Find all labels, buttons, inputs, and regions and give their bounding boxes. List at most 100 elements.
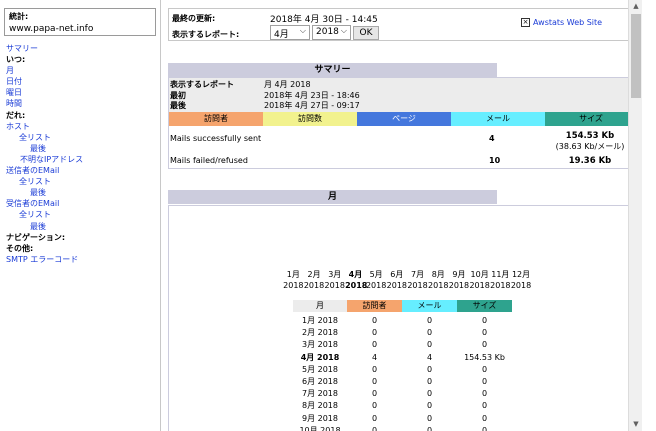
month-selector-year: 2018 — [448, 281, 470, 290]
sidebar-item[interactable]: サマリー — [6, 43, 83, 54]
monthly-title: 月 — [168, 190, 497, 204]
vertical-scrollbar[interactable]: ▲ ▼ — [628, 0, 642, 431]
month-selector-item[interactable]: 1月 2018 — [283, 269, 304, 291]
month-selector-item[interactable]: 7月 2018 — [407, 269, 428, 291]
month-select[interactable]: 4月 ⌵ — [270, 25, 310, 40]
col-size: サイズ — [545, 112, 637, 126]
monthly-cell-month: 5月 2018 — [302, 364, 338, 374]
month-selector-item[interactable]: 3月 2018 — [324, 269, 345, 291]
scroll-down-icon[interactable]: ▼ — [629, 418, 643, 431]
monthly-cell-visitors: 0 — [371, 425, 378, 431]
sidebar-item[interactable]: 受信者のEMail — [6, 198, 83, 209]
monthly-cell-visitors: 0 — [371, 328, 378, 338]
monthly-cell-size: 0 — [481, 328, 488, 338]
report-label: 表示するレポート: — [172, 30, 240, 39]
sidebar-item[interactable]: 全リスト — [6, 176, 83, 187]
month-selector-year: 2018 — [324, 281, 345, 290]
stats-site: www.papa-net.info — [9, 24, 94, 34]
monthly-cell-visitors: 0 — [371, 377, 378, 386]
monthly-cell-month: 4月 2018 — [300, 352, 340, 362]
stats-label: 統計: — [9, 12, 29, 21]
month-selector-year: 2018 — [303, 281, 325, 290]
month-selector-year: 2018 — [283, 281, 304, 290]
scroll-thumb[interactable] — [631, 14, 641, 98]
monthly-cell-size: 0 — [481, 377, 488, 386]
sidebar-item[interactable]: 不明なIPアドレス — [6, 154, 83, 165]
month-select-value: 4月 — [274, 30, 289, 40]
month-selector-item[interactable]: 9月 2018 — [449, 269, 470, 291]
month-selector-label: 1月 — [286, 270, 300, 279]
sidebar-menu: サマリー いつ: 月日付 曜日 時間 だれ: ホスト 全リスト 最後 不明なIPアドレス 送信者のE… — [6, 43, 83, 265]
sidebar-item[interactable]: ホスト — [6, 121, 83, 132]
month-selector-item[interactable]: 11月 2018 — [490, 269, 511, 291]
sidebar-item[interactable]: 曜日 — [6, 87, 83, 98]
summary-row-size-sub: (38.63 Kb/メール) — [555, 142, 625, 151]
month-selector-item[interactable]: 5月 2018 — [366, 269, 387, 291]
sidebar-item[interactable]: 全リスト — [6, 209, 83, 220]
month-selector-label: 7月 — [410, 270, 425, 279]
ok-button[interactable]: OK — [353, 26, 379, 40]
table-row: 5月 2018 0 0 0 — [293, 364, 512, 376]
year-select[interactable]: 2018 ⌵ — [312, 25, 351, 40]
monthly-cell-visitors: 0 — [371, 413, 378, 423]
monthly-header: 月 — [293, 300, 347, 312]
table-row: 2月 2018 0 0 0 — [293, 327, 512, 339]
monthly-cell-mails: 0 — [426, 413, 433, 423]
month-selector-label: 9月 — [452, 270, 466, 279]
monthly-cell-mails: 0 — [426, 425, 433, 431]
summary-row-size: 154.53 Kb — [565, 131, 615, 141]
awstats-link[interactable]: × Awstats Web Site — [521, 18, 602, 27]
month-selector-item[interactable]: 8月 2018 — [428, 269, 449, 291]
month-selector-label: 2月 — [307, 270, 321, 279]
month-selector-label: 6月 — [390, 270, 404, 279]
month-selector-item[interactable]: 2月 2018 — [304, 269, 325, 291]
sidebar-item[interactable]: 全リスト — [6, 132, 83, 143]
last-update-value: 2018年 4月 30日 - 14:45 — [270, 15, 378, 25]
summary-report-value: 月 4月 2018 — [264, 80, 311, 89]
monthly-cell-mails: 0 — [426, 377, 433, 386]
month-selector-item[interactable]: 12月 2018 — [511, 269, 532, 291]
monthly-cell-visitors: 0 — [371, 340, 378, 350]
sidebar-item[interactable]: 時間 — [6, 98, 83, 109]
month-selector-item[interactable]: 4月 2018 — [345, 269, 367, 291]
sidebar-item: ナビゲーション: — [6, 232, 66, 242]
scroll-up-icon[interactable]: ▲ — [629, 0, 643, 13]
summary-row-size-cell: 154.53 Kb (38.63 Kb/メール) — [544, 131, 636, 152]
sidebar-item: その他: — [6, 243, 34, 253]
monthly-cell-size: 0 — [481, 425, 488, 431]
month-selector-item[interactable]: 10月 2018 — [469, 269, 490, 291]
summary-info: 表示するレポート 月 4月 2018 最初 2018年 4月 23日 - 18:… — [169, 78, 637, 112]
sidebar-item[interactable]: 送信者のEMail — [6, 165, 83, 176]
month-selector-label: 3月 — [328, 270, 342, 279]
sidebar-item: いつ: — [6, 55, 26, 65]
summary-row-size: 19.36 Kb — [568, 156, 612, 166]
monthly-cell-month: 3月 2018 — [302, 340, 338, 350]
month-selector-label: 8月 — [431, 270, 445, 279]
table-row: 10月 2018 0 0 0 — [293, 425, 512, 431]
sidebar-item[interactable]: 日付 — [6, 76, 83, 87]
sidebar-item[interactable]: 最後 — [6, 143, 83, 154]
monthly-cell-mails: 4 — [426, 352, 433, 362]
table-row: 8月 2018 0 0 0 — [293, 400, 512, 412]
summary-row-count: 4 — [489, 134, 495, 143]
col-visits: 訪問数 — [263, 112, 357, 126]
monthly-cell-size: 0 — [481, 389, 488, 399]
sidebar-item[interactable]: SMTP エラーコード — [6, 254, 83, 265]
month-selector-year: 2018 — [490, 281, 511, 290]
sidebar-item[interactable]: 最後 — [6, 187, 83, 198]
sidebar-item[interactable]: 月 — [6, 65, 83, 76]
summary-report-label: 表示するレポート — [170, 80, 234, 89]
sidebar-item[interactable]: 最後 — [6, 221, 83, 232]
month-selector-item[interactable]: 6月 2018 — [387, 269, 408, 291]
stats-site-box: 統計: www.papa-net.info — [4, 8, 156, 36]
month-selector-label: 5月 — [369, 270, 383, 279]
chevron-down-icon: ⌵ — [340, 26, 347, 35]
awstats-link-text: Awstats Web Site — [533, 18, 603, 27]
summary-panel: 表示するレポート 月 4月 2018 最初 2018年 4月 23日 - 18:… — [168, 77, 638, 169]
monthly-cell-month: 8月 2018 — [302, 401, 338, 411]
monthly-cell-size: 0 — [481, 401, 488, 411]
monthly-cell-visitors: 0 — [371, 401, 378, 411]
monthly-cell-mails: 0 — [426, 364, 433, 374]
col-mails: メール — [451, 112, 545, 126]
table-row: 4月 2018 4 4 154.53 Kb — [293, 352, 512, 364]
